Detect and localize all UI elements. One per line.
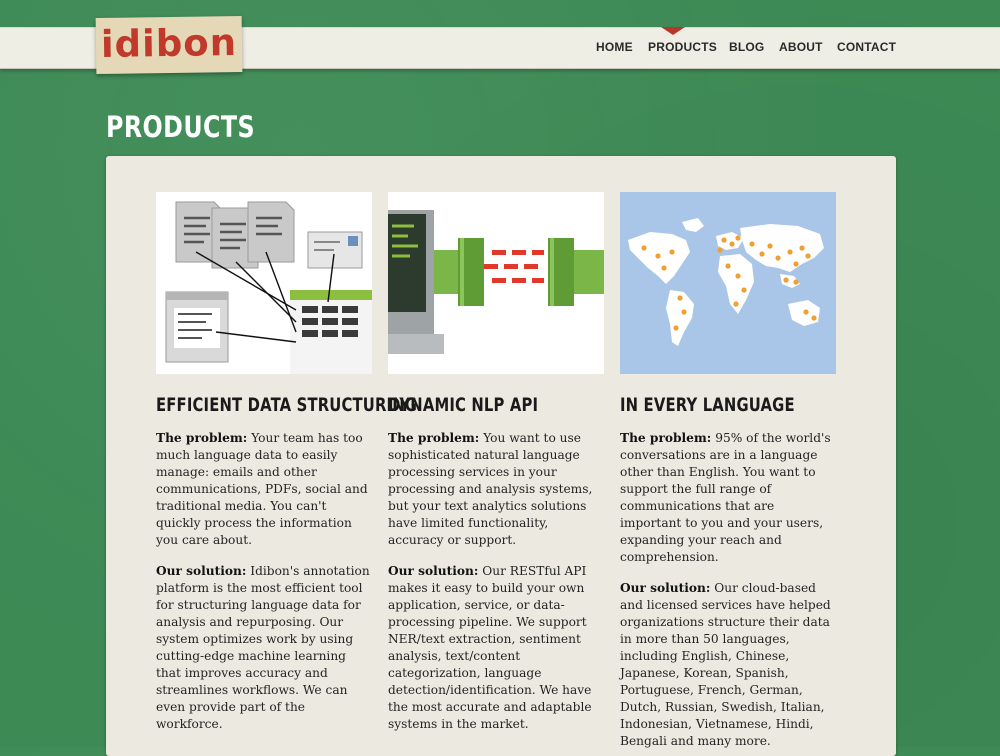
- solution-paragraph: Our solution: Idibon's annotation platfo…: [156, 563, 372, 733]
- nav-item-about[interactable]: ABOUT: [779, 40, 823, 54]
- world-map-illustration: [620, 192, 836, 374]
- main-nav: HOME PRODUCTS BLOG ABOUT CONTACT: [0, 40, 1000, 54]
- problem-paragraph: The problem: You want to use sophisticat…: [388, 430, 604, 549]
- problem-text: 95% of the world's conversations are in …: [620, 431, 831, 564]
- nlp-api-pipe-illustration: [388, 192, 604, 374]
- problem-label: The problem:: [156, 431, 248, 445]
- document-structuring-illustration: [156, 192, 372, 374]
- solution-label: Our solution:: [620, 581, 711, 595]
- product-title: IN EVERY LANGUAGE: [620, 394, 795, 416]
- nav-item-blog[interactable]: BLOG: [729, 40, 764, 54]
- product-title: DYNAMIC NLP API: [388, 394, 539, 416]
- problem-text: Your team has too much language data to …: [156, 431, 368, 547]
- product-card-nlp-api: DYNAMIC NLP API The problem: You want to…: [388, 192, 604, 733]
- product-card-every-language: IN EVERY LANGUAGE The problem: 95% of th…: [620, 192, 836, 750]
- problem-label: The problem:: [620, 431, 712, 445]
- product-title: EFFICIENT DATA STRUCTURING: [156, 394, 418, 416]
- solution-label: Our solution:: [388, 564, 479, 578]
- active-nav-indicator-icon: [661, 27, 685, 35]
- nav-item-products[interactable]: PRODUCTS: [648, 40, 717, 54]
- page-title: PRODUCTS: [106, 110, 256, 144]
- solution-paragraph: Our solution: Our RESTful API makes it e…: [388, 563, 604, 733]
- solution-label: Our solution:: [156, 564, 247, 578]
- solution-paragraph: Our solution: Our cloud-based and licens…: [620, 580, 836, 750]
- nav-item-home[interactable]: HOME: [596, 40, 633, 54]
- solution-text: Our cloud-based and licensed services ha…: [620, 581, 831, 748]
- problem-paragraph: The problem: 95% of the world's conversa…: [620, 430, 836, 566]
- solution-text: Idibon's annotation platform is the most…: [156, 564, 370, 731]
- problem-label: The problem:: [388, 431, 480, 445]
- product-card-data-structuring: EFFICIENT DATA STRUCTURING The problem: …: [156, 192, 418, 733]
- nav-item-contact[interactable]: CONTACT: [837, 40, 896, 54]
- problem-text: You want to use sophisticated natural la…: [388, 431, 593, 547]
- solution-text: Our RESTful API makes it easy to build y…: [388, 564, 592, 731]
- problem-paragraph: The problem: Your team has too much lang…: [156, 430, 372, 549]
